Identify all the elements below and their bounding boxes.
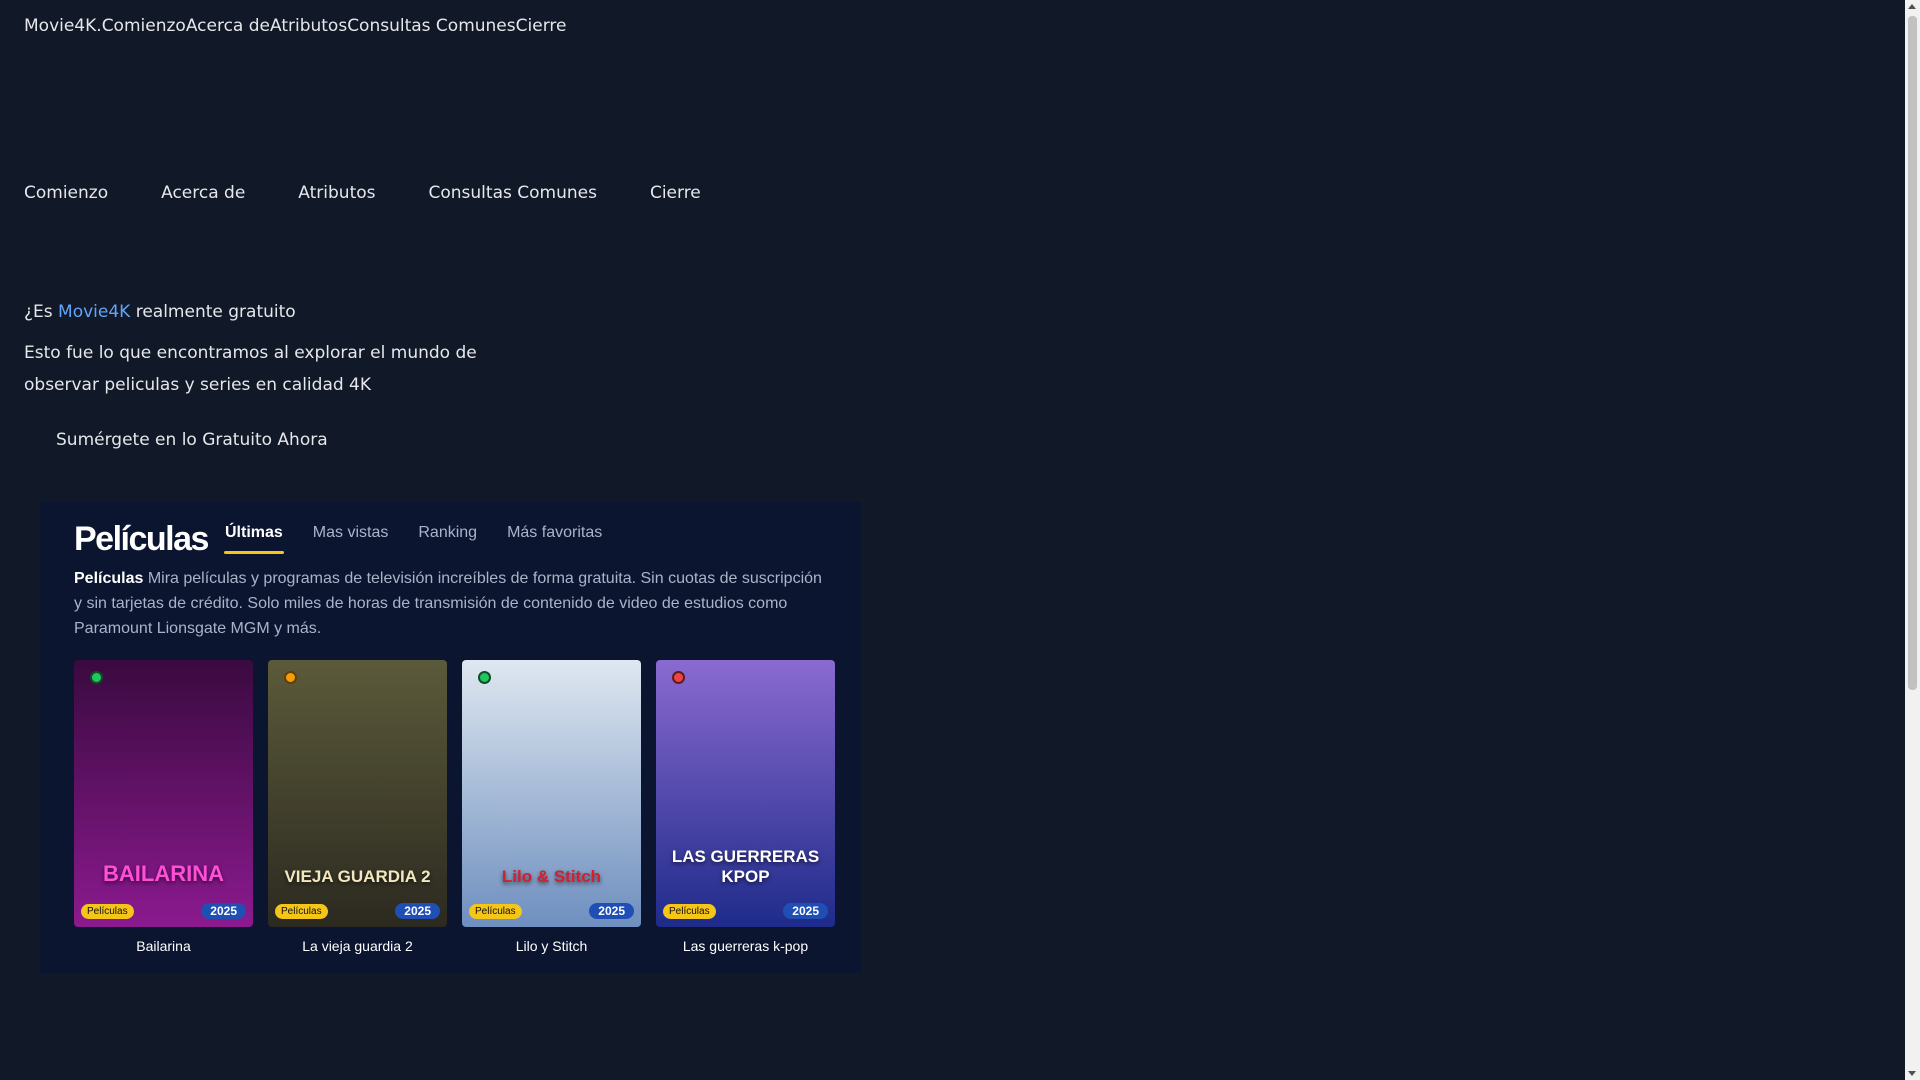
year-badge: 2025 (589, 903, 634, 919)
main-nav: Comienzo Acerca de Atributos Consultas C… (24, 183, 701, 203)
movie-title[interactable]: Las guerreras k-pop (656, 938, 835, 954)
scrollbar-thumb[interactable] (1908, 16, 1917, 690)
hero-title: ¿Es Movie4K realmente gratuito (24, 302, 296, 322)
poster-title-art: LAS GUERRERAS KPOP (671, 847, 820, 886)
topbar-brand-link[interactable]: Movie4K. (24, 16, 102, 36)
movie-title[interactable]: Bailarina (74, 938, 253, 954)
movie-card[interactable]: LAS GUERRERAS KPOP Películas 2025 Las gu… (656, 660, 835, 954)
nav-item-consultas-comunes[interactable]: Consultas Comunes (429, 183, 597, 203)
hero-description: Esto fue lo que encontramos al explorar … (24, 343, 477, 395)
status-dot-icon (672, 671, 685, 684)
nav-item-atributos[interactable]: Atributos (298, 183, 375, 203)
widget-description: Películas Mira películas y programas de … (74, 566, 834, 641)
status-dot-icon (90, 671, 103, 684)
status-dot-icon (284, 671, 297, 684)
topbar-link-acerca-de[interactable]: Acerca de (186, 16, 270, 36)
widget-tabs: Últimas Mas vistas Ranking Más favoritas (224, 524, 632, 554)
movie-poster[interactable]: VIEJA GUARDIA 2 Películas 2025 (268, 660, 447, 927)
widget-title: Películas (74, 520, 209, 558)
movie-cards: BAILARINA Películas 2025 Bailarina VIEJA… (74, 660, 835, 954)
movie-poster[interactable]: Lilo & Stitch Películas 2025 (462, 660, 641, 927)
widget-description-label: Películas (74, 570, 144, 587)
movie-card[interactable]: Lilo & Stitch Películas 2025 Lilo y Stit… (462, 660, 641, 954)
type-badge: Películas (275, 904, 328, 919)
year-badge: 2025 (395, 903, 440, 919)
topbar-link-consultas-comunes[interactable]: Consultas Comunes (347, 16, 515, 36)
movies-widget: Películas Últimas Mas vistas Ranking Más… (40, 502, 861, 973)
status-dot-icon (478, 671, 491, 684)
type-badge: Películas (469, 904, 522, 919)
cta-link[interactable]: Sumérgete en lo Gratuito Ahora (56, 430, 328, 450)
year-badge: 2025 (201, 903, 246, 919)
movie-card[interactable]: BAILARINA Películas 2025 Bailarina (74, 660, 253, 954)
movie-title[interactable]: La vieja guardia 2 (268, 938, 447, 954)
page: Movie4K.ComienzoAcerca deAtributosConsul… (0, 0, 1905, 1080)
nav-item-cierre[interactable]: Cierre (650, 183, 701, 203)
hero-title-prefix: ¿Es (24, 302, 59, 322)
topbar-link-atributos[interactable]: Atributos (270, 16, 347, 36)
widget-description-text: Mira películas y programas de televisión… (74, 570, 822, 637)
tab-mas-vistas[interactable]: Mas vistas (313, 524, 389, 554)
movie-poster[interactable]: BAILARINA Películas 2025 (74, 660, 253, 927)
poster-title-art: Lilo & Stitch (501, 867, 602, 886)
hero-brand-link[interactable]: Movie4K (58, 302, 130, 322)
tab-ranking[interactable]: Ranking (418, 524, 477, 554)
movie-poster[interactable]: LAS GUERRERAS KPOP Películas 2025 (656, 660, 835, 927)
type-badge: Películas (81, 904, 134, 919)
nav-item-comienzo[interactable]: Comienzo (24, 183, 108, 203)
movie-card[interactable]: VIEJA GUARDIA 2 Películas 2025 La vieja … (268, 660, 447, 954)
type-badge: Películas (663, 904, 716, 919)
page-scrollbar[interactable] (1905, 0, 1920, 1080)
top-menu: Movie4K.ComienzoAcerca deAtributosConsul… (24, 16, 566, 36)
tab-mas-favoritas[interactable]: Más favoritas (507, 524, 602, 554)
poster-title-art: BAILARINA (103, 861, 224, 886)
year-badge: 2025 (783, 903, 828, 919)
topbar-link-comienzo[interactable]: Comienzo (102, 16, 186, 36)
movie-title[interactable]: Lilo y Stitch (462, 938, 641, 954)
tab-ultimas[interactable]: Últimas (224, 524, 284, 554)
topbar-link-cierre[interactable]: Cierre (516, 16, 567, 36)
nav-item-acerca-de[interactable]: Acerca de (161, 183, 245, 203)
scroll-down-arrow-icon[interactable] (1908, 1071, 1916, 1076)
poster-title-art: VIEJA GUARDIA 2 (284, 867, 431, 886)
hero-title-suffix: realmente gratuito (130, 302, 296, 322)
scroll-up-arrow-icon[interactable] (1908, 4, 1916, 9)
